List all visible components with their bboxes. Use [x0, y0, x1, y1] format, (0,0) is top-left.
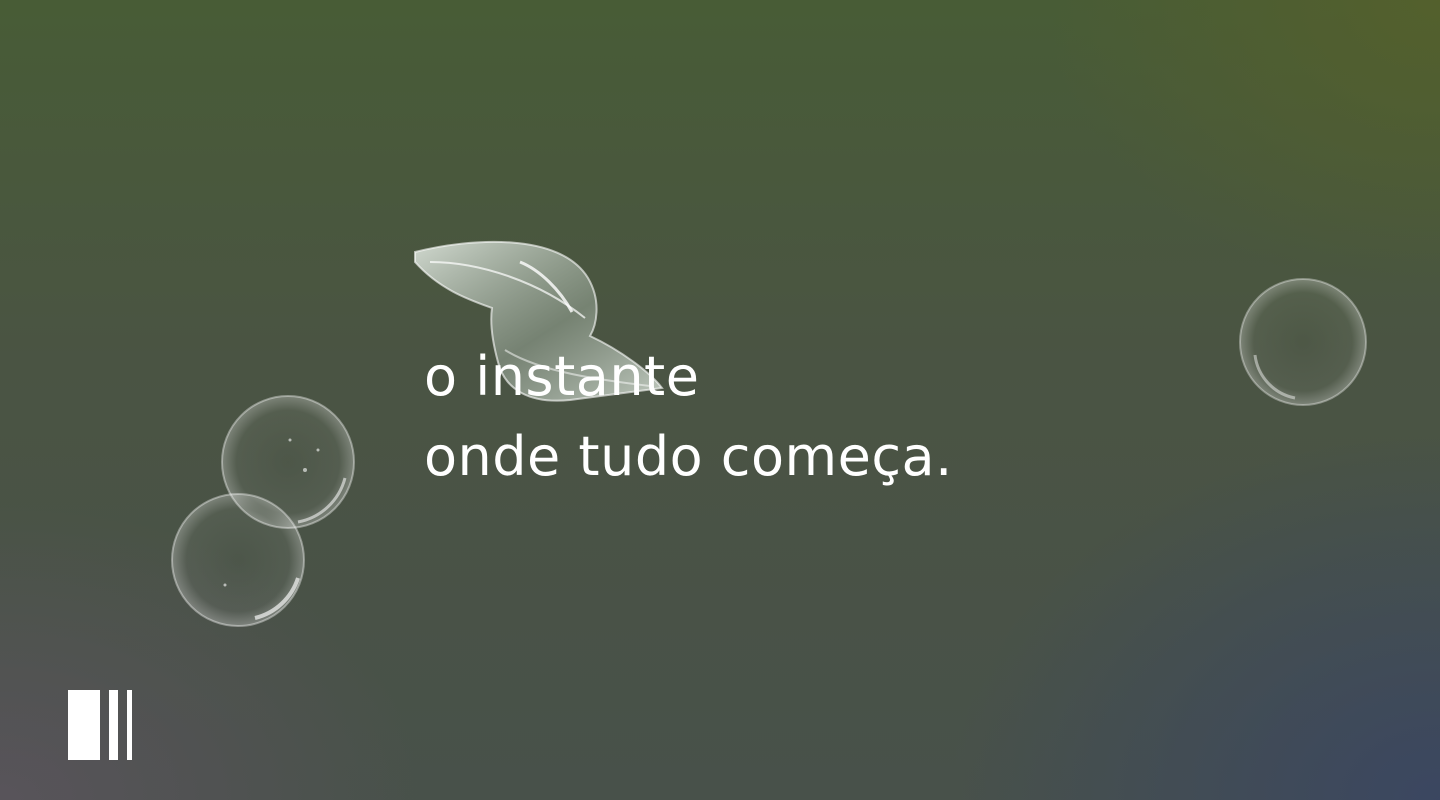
- pause-bar-thin: [127, 690, 132, 760]
- bubble-left-lower: [171, 493, 305, 627]
- bubble-right: [1239, 278, 1367, 406]
- headline-line-1: o instante: [424, 345, 700, 408]
- hero-headline: o instante onde tudo começa.: [424, 337, 953, 497]
- headline-line-2: onde tudo começa.: [424, 425, 953, 488]
- hero-video-background: o instante onde tudo começa.: [0, 0, 1440, 800]
- pause-bar-wide: [68, 690, 100, 760]
- pause-bar-medium: [109, 690, 118, 760]
- pause-button[interactable]: [68, 690, 138, 762]
